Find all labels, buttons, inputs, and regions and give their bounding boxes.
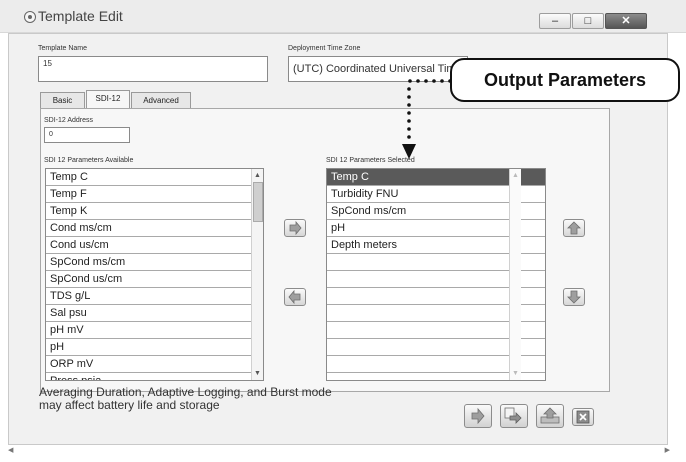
available-list-label: SDI 12 Parameters Available (44, 157, 134, 164)
list-item[interactable]: pH (46, 339, 263, 356)
template-edit-window: Template Edit – □ ✕ Template Name 15 Dep… (0, 0, 686, 462)
scroll-down-icon[interactable]: ▼ (511, 369, 520, 378)
add-parameter-button[interactable] (284, 219, 306, 237)
available-list-scrollbar[interactable]: ▲ ▼ (251, 169, 263, 380)
save-icon (540, 407, 560, 424)
save-button[interactable] (536, 404, 564, 428)
arrow-left-icon (288, 289, 301, 305)
arrow-down-icon (567, 290, 581, 304)
output-parameters-callout: Output Parameters (450, 58, 680, 102)
move-up-button[interactable] (563, 219, 585, 237)
minimize-icon: – (551, 15, 559, 27)
list-item[interactable]: SpCond us/cm (46, 271, 263, 288)
move-down-button[interactable] (563, 288, 585, 306)
list-item[interactable]: Cond us/cm (46, 237, 263, 254)
list-item[interactable]: Press psia (46, 373, 263, 380)
list-item[interactable]: ORP mV (46, 356, 263, 373)
list-item[interactable]: Temp F (46, 186, 263, 203)
window-title: Template Edit (38, 8, 123, 24)
horizontal-scrollbar[interactable]: ◀ ▶ (8, 444, 678, 456)
arrow-right-icon (471, 407, 485, 425)
battery-note: Averaging Duration, Adaptive Logging, an… (39, 386, 332, 412)
close-window-button[interactable]: ✕ (605, 13, 647, 29)
available-parameters-list[interactable]: Temp C Temp F Temp K Cond ms/cm Cond us/… (45, 168, 264, 381)
list-item[interactable]: TDS g/L (46, 288, 263, 305)
list-item[interactable]: SpCond ms/cm (46, 254, 263, 271)
list-item[interactable]: pH mV (46, 322, 263, 339)
arrow-right-icon (289, 220, 302, 236)
tab-advanced[interactable]: Advanced (131, 92, 191, 109)
list-item[interactable]: Sal psu (46, 305, 263, 322)
selected-parameters-list[interactable]: Temp C Turbidity FNU SpCond ms/cm pH Dep… (326, 168, 546, 381)
tab-sdi12[interactable]: SDI-12 (86, 90, 130, 109)
title-bar: Template Edit – □ ✕ (0, 0, 686, 33)
copy-template-button[interactable] (500, 404, 528, 428)
sdi-address-input[interactable]: 0 (44, 127, 130, 143)
close-icon: ✕ (621, 15, 631, 27)
close-icon (576, 410, 590, 424)
template-name-label: Template Name (38, 45, 88, 52)
sdi-address-label: SDI-12 Address (44, 117, 94, 124)
callout-text: Output Parameters (483, 70, 647, 90)
app-icon (24, 11, 36, 23)
selected-list-scrollbar[interactable]: ▲ ▼ (509, 169, 521, 380)
maximize-button[interactable]: □ (572, 13, 604, 29)
arrow-up-icon (567, 221, 581, 235)
list-item[interactable]: Temp K (46, 203, 263, 220)
scroll-right-icon[interactable]: ▶ (665, 446, 670, 454)
list-item[interactable]: Cond ms/cm (46, 220, 263, 237)
minimize-button[interactable]: – (539, 13, 571, 29)
tab-basic[interactable]: Basic (40, 92, 85, 109)
scroll-down-icon[interactable]: ▼ (253, 369, 262, 378)
scroll-thumb[interactable] (253, 182, 263, 222)
cancel-button[interactable] (572, 408, 594, 426)
scroll-left-icon[interactable]: ◀ (8, 446, 13, 454)
callout-pointer (402, 79, 452, 159)
list-item[interactable]: Temp C (46, 169, 263, 186)
scroll-up-icon[interactable]: ▲ (253, 171, 262, 180)
remove-parameter-button[interactable] (284, 288, 306, 306)
copy-icon (504, 407, 522, 424)
scroll-up-icon[interactable]: ▲ (511, 171, 520, 180)
apply-button[interactable] (464, 404, 492, 428)
timezone-label: Deployment Time Zone (288, 45, 361, 52)
template-name-input[interactable]: 15 (38, 56, 268, 82)
maximize-icon: □ (584, 15, 592, 27)
note-line-2: may affect battery life and storage (39, 398, 220, 412)
